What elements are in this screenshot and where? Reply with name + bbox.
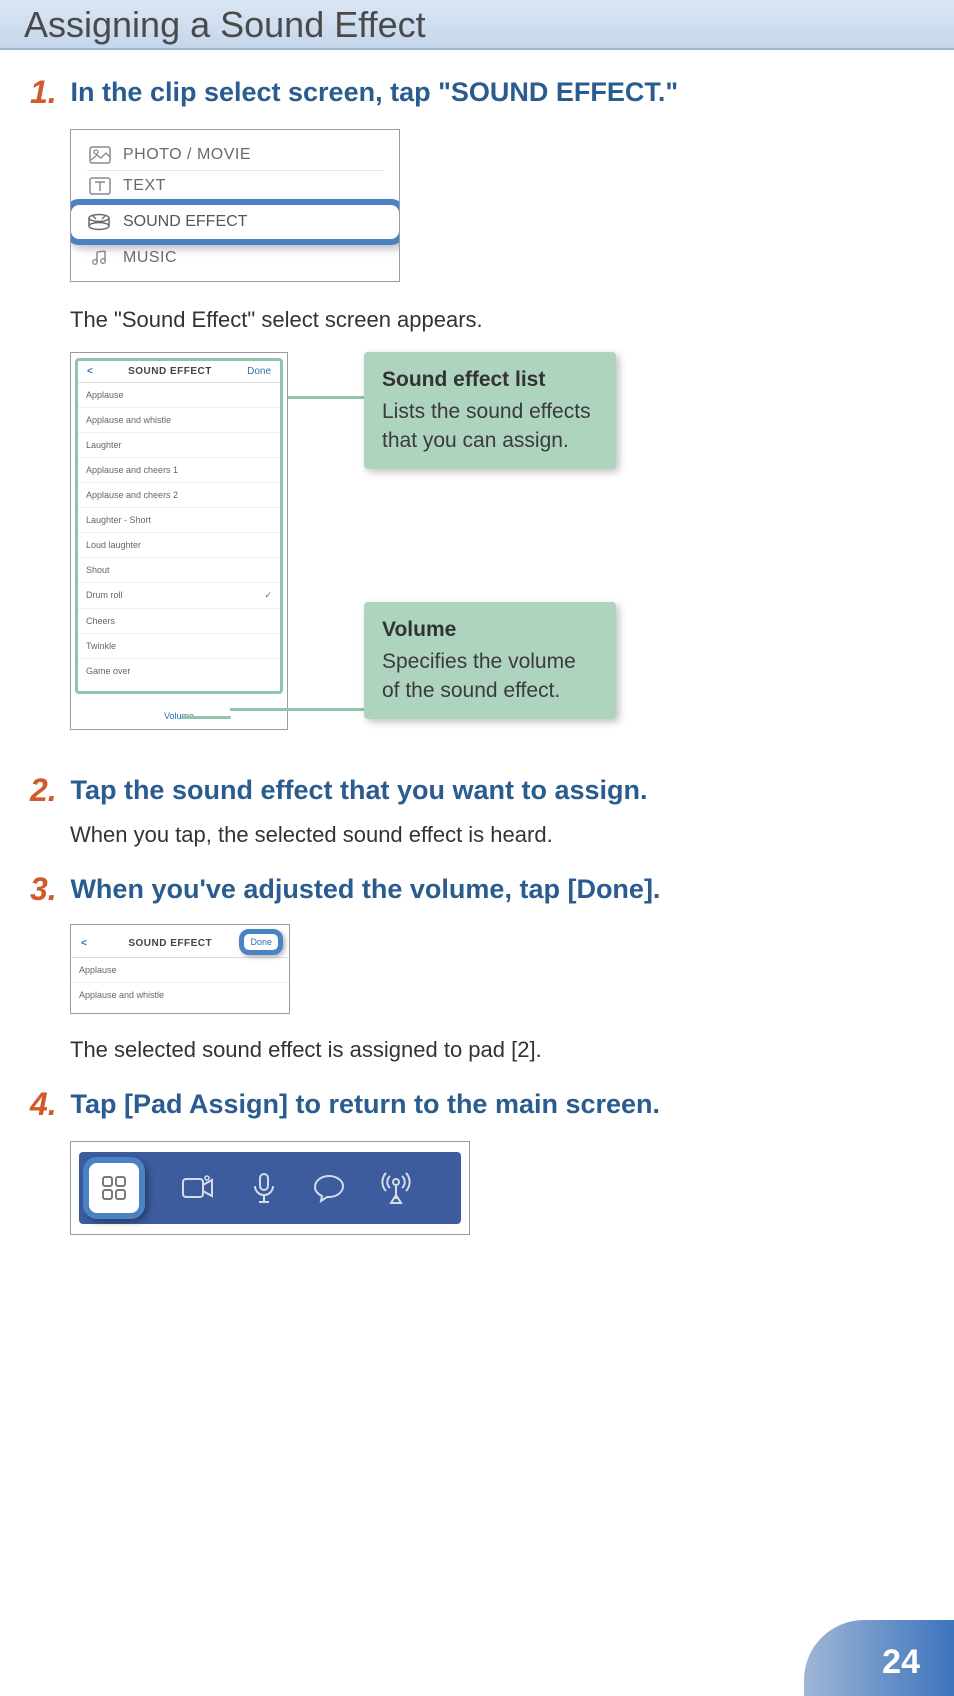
step-title: Tap [Pad Assign] to return to the main s… [70,1086,660,1122]
step-title: In the clip select screen, tap "SOUND EF… [70,74,678,110]
clip-row-music: MUSIC [87,249,383,273]
list-item[interactable]: Twinkle [78,634,280,659]
drum-icon [87,213,111,231]
back-button[interactable]: < [81,938,101,949]
sound-effect-list-screenshot: < SOUND EFFECT Done Applause Applause an… [70,352,288,730]
done-button[interactable]: Done [247,366,271,377]
callout-body: Lists the sound effects that you can ass… [382,398,598,455]
checkmark-icon: ✓ [264,590,272,601]
page-number: 24 [882,1643,920,1682]
list-item[interactable]: Applause and cheers 1 [78,458,280,483]
callout-connector [230,708,364,711]
list-item[interactable]: Loud laughter [78,533,280,558]
page-number-badge: 24 [804,1620,954,1696]
callout-sound-effect-list: Sound effect list Lists the sound effect… [364,352,616,469]
music-icon [89,249,111,267]
step-number: 1. [30,74,66,111]
clip-row-sound-effect-highlighted[interactable]: SOUND EFFECT [70,199,400,245]
list-item[interactable]: Applause and cheers 2 [78,483,280,508]
main-toolbar [79,1152,461,1224]
done-highlight-screenshot: < SOUND EFFECT Done Applause Applause an… [70,924,290,1014]
list-item[interactable]: Laughter [78,433,280,458]
text-icon [89,177,111,195]
clip-label: SOUND EFFECT [123,213,247,231]
step-number: 3. [30,871,66,908]
clip-select-menu-screenshot: PHOTO / MOVIE TEXT SOUND EFFECT MUSIC [70,129,400,282]
page-number-bg [804,1620,954,1696]
sound-effect-header: < SOUND EFFECT Done [78,361,280,383]
list-item-selected[interactable]: Drum roll✓ [78,583,280,609]
step-title: When you've adjusted the volume, tap [Do… [70,871,660,907]
clip-row-photo-movie: PHOTO / MOVIE [87,140,383,171]
list-item[interactable]: Applause and whistle [78,408,280,433]
list-item[interactable]: Applause [78,383,280,408]
clip-row-text: TEXT [87,171,383,195]
list-item[interactable]: Applause and whistle [71,983,289,1007]
chat-icon[interactable] [313,1173,345,1203]
clip-label: PHOTO / MOVIE [123,146,251,164]
list-item[interactable]: Applause [71,958,289,983]
step-body: When you tap, the selected sound effect … [70,819,924,851]
toolbar-screenshot [70,1141,470,1235]
step-3-after-text: The selected sound effect is assigned to… [70,1034,924,1066]
pad-assign-button-highlighted[interactable] [83,1157,145,1219]
photo-icon [89,146,111,164]
step-1: 1. In the clip select screen, tap "SOUND… [30,74,924,752]
screenshot-header: < SOUND EFFECT Done [71,929,289,958]
step-3: 3. When you've adjusted the volume, tap … [30,871,924,1066]
list-item[interactable]: Cheers [78,609,280,634]
callout-title: Volume [382,616,598,644]
volume-highlight-line [181,716,231,719]
screen-title: SOUND EFFECT [128,366,212,377]
screen-title: SOUND EFFECT [101,938,239,949]
list-item[interactable]: Shout [78,558,280,583]
camera-icon[interactable] [181,1175,215,1201]
back-button[interactable]: < [87,366,93,377]
page-title: Assigning a Sound Effect [24,4,930,46]
list-item[interactable]: Game over [78,659,280,683]
step-4: 4. Tap [Pad Assign] to return to the mai… [30,1086,924,1235]
content-area: 1. In the clip select screen, tap "SOUND… [0,50,954,1279]
callout-connector [288,396,364,399]
callout-volume: Volume Specifies the volume of the sound… [364,602,616,719]
step-number: 4. [30,1086,66,1123]
broadcast-icon[interactable] [381,1171,411,1205]
step-title: Tap the sound effect that you want to as… [70,772,647,808]
step-number: 2. [30,772,66,809]
callout-title: Sound effect list [382,366,598,394]
sound-effect-list-highlight: < SOUND EFFECT Done Applause Applause an… [75,358,283,694]
step-2: 2. Tap the sound effect that you want to… [30,772,924,851]
clip-label: MUSIC [123,249,177,267]
done-button-highlighted[interactable]: Done [239,929,283,955]
callout-body: Specifies the volume of the sound effect… [382,648,598,705]
clip-label: TEXT [123,177,166,195]
page-title-bar: Assigning a Sound Effect [0,0,954,50]
sound-effect-screen-figure: < SOUND EFFECT Done Applause Applause an… [70,352,924,752]
microphone-icon[interactable] [251,1172,277,1204]
step-1-after-text: The "Sound Effect" select screen appears… [70,304,924,336]
grid-icon [100,1174,128,1202]
list-item[interactable]: Laughter - Short [78,508,280,533]
